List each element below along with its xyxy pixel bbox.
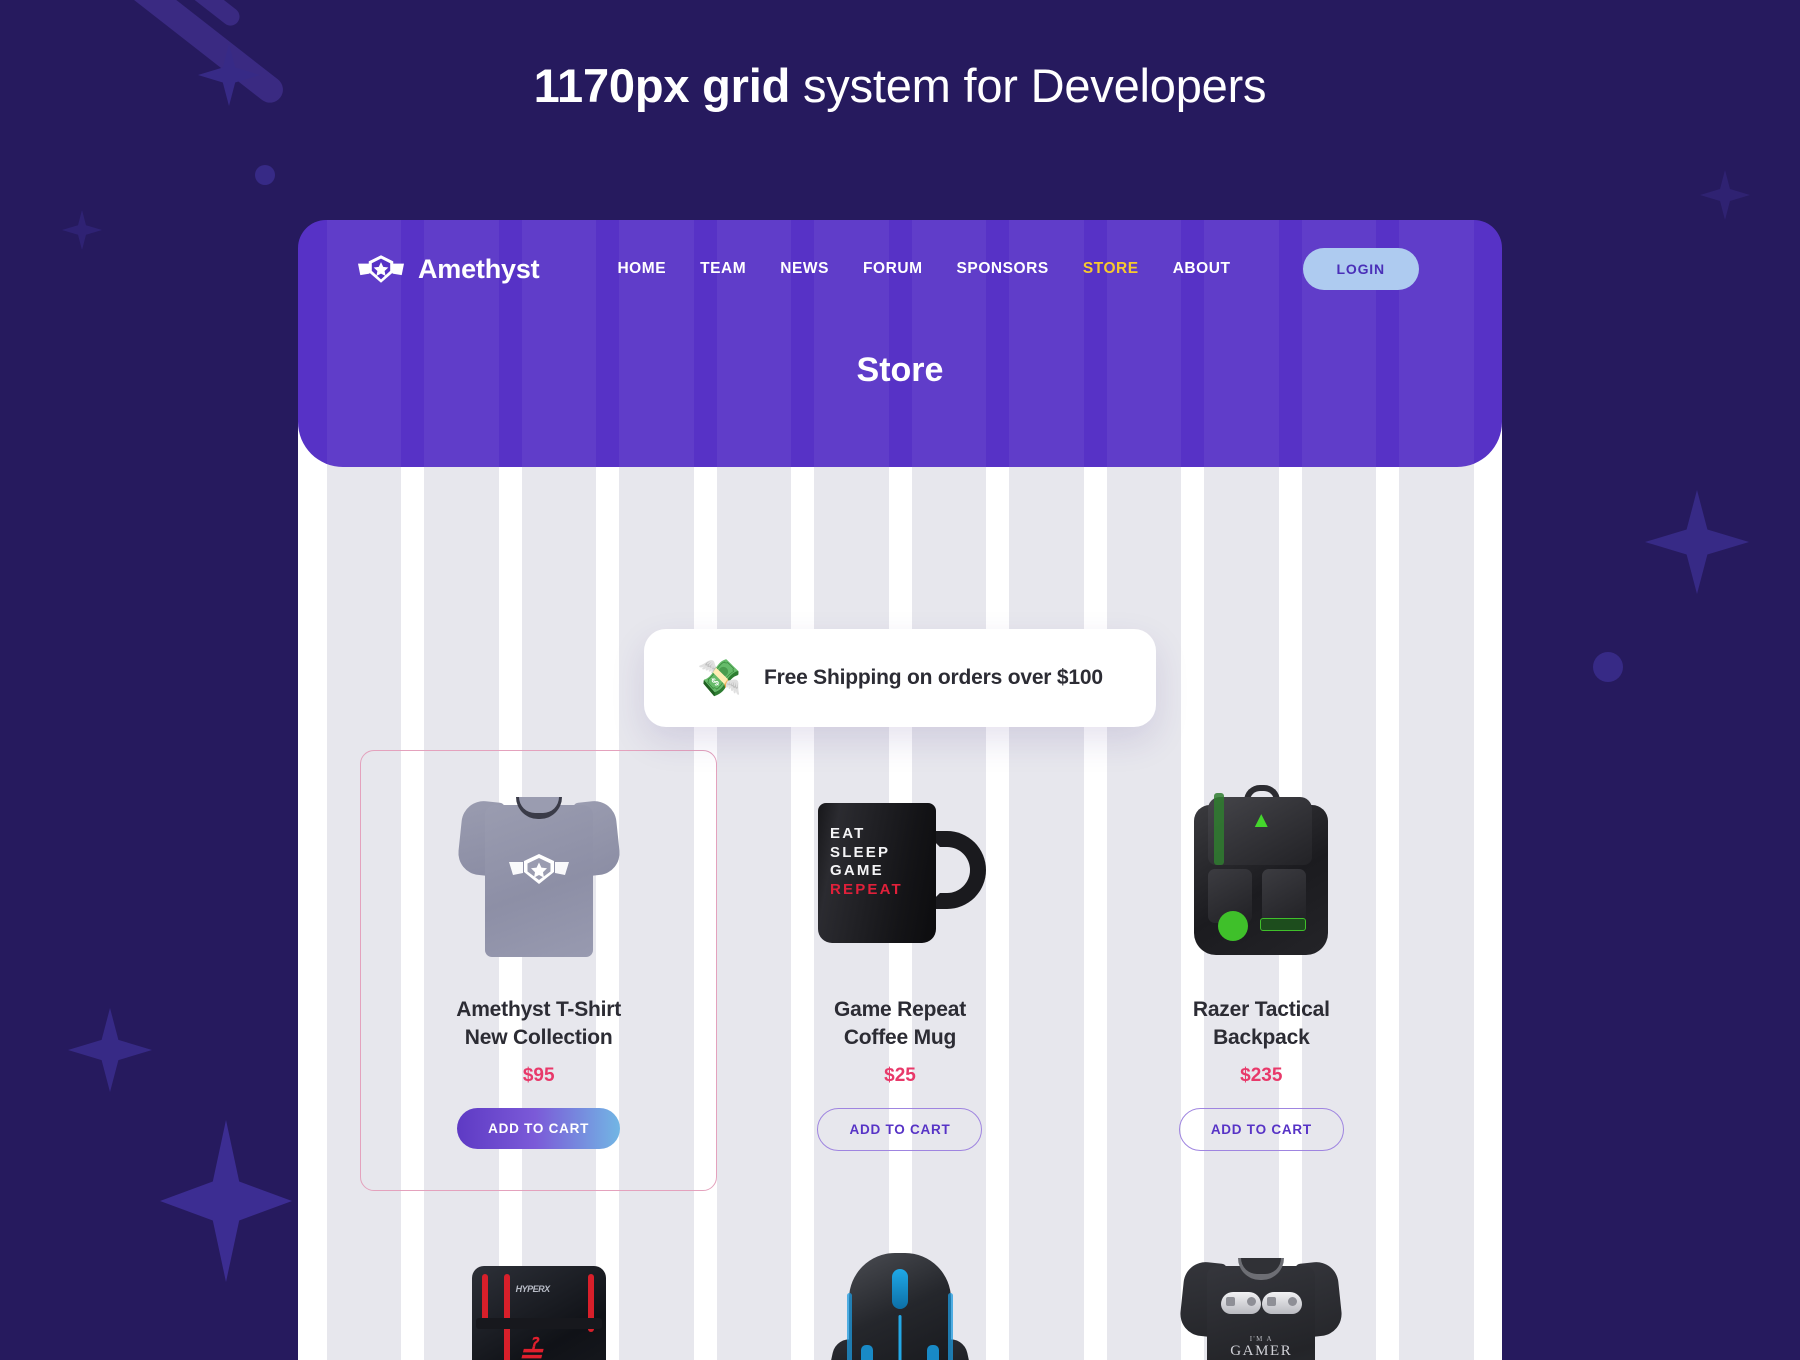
product-image: EAT SLEEP GAME REPEAT (800, 778, 1000, 968)
add-to-cart-button[interactable]: ADD TO CART (817, 1108, 983, 1152)
nav-item-team[interactable]: TEAM (700, 260, 746, 278)
add-to-cart-button[interactable]: ADD TO CART (457, 1108, 621, 1150)
razer-logo-icon: ▲ (1250, 807, 1273, 832)
nav-item-forum[interactable]: FORUM (863, 260, 923, 278)
free-shipping-banner: 💸 Free Shipping on orders over $100 (644, 629, 1156, 727)
winged-shield-star-icon (358, 255, 404, 283)
nav-item-store[interactable]: STORE (1083, 260, 1139, 278)
gamepad-icon (1261, 1292, 1302, 1315)
mug-text: EAT SLEEP GAME REPEAT (830, 825, 903, 899)
product-image: I'M A GAMER (1161, 1239, 1361, 1360)
site-mockup: Amethyst T-Shirt New Collection $95 ADD … (298, 220, 1502, 1360)
product-image: ▲ (1161, 778, 1361, 968)
shirt-line-1: I'M A (1249, 1335, 1273, 1344)
nav-links: HOME TEAM NEWS FORUM SPONSORS STORE ABOU… (617, 248, 1419, 290)
site-header: Amethyst HOME TEAM NEWS FORUM SPONSORS S… (298, 220, 1502, 467)
product-price: $235 (1240, 1065, 1283, 1087)
brand-logo[interactable]: Amethyst (358, 253, 540, 285)
product-image (439, 778, 639, 968)
mug-line: SLEEP (829, 843, 891, 861)
nav-item-news[interactable]: NEWS (780, 260, 829, 278)
product-card[interactable]: ▲ Razer Tactical Backpack $235 ADD TO CA… (1081, 750, 1442, 1185)
product-name: Amethyst T-Shirt New Collection (456, 998, 622, 1049)
add-to-cart-button[interactable]: ADD TO CART (1178, 1108, 1344, 1152)
login-button[interactable]: LOGIN (1302, 248, 1419, 290)
navigation-bar: Amethyst HOME TEAM NEWS FORUM SPONSORS S… (298, 220, 1502, 318)
page-title-rest: system for Developers (790, 59, 1267, 112)
razer-backpack-icon: ▲ (1182, 783, 1340, 963)
coffee-mug-icon: EAT SLEEP GAME REPEAT (814, 803, 986, 943)
content-panel: Amethyst T-Shirt New Collection $95 ADD … (298, 420, 1502, 1360)
amethyst-shield-logo-icon (508, 854, 569, 884)
hyperx-logo-icon: ≟ (517, 1337, 543, 1360)
dot-icon (1593, 652, 1623, 682)
product-card[interactable]: I'M A GAMER I’m a Gamer T-Shirt (1081, 1185, 1442, 1360)
product-image: HYPERX ≟ (439, 1239, 639, 1360)
brand-name: Amethyst (418, 253, 540, 284)
dot-icon (255, 165, 275, 185)
nav-item-sponsors[interactable]: SPONSORS (957, 260, 1049, 278)
product-card[interactable]: HYPERX ≟ HyperX Scout Gamer Bag (358, 1185, 719, 1360)
nav-item-home[interactable]: HOME (617, 260, 666, 278)
money-with-wings-icon: 💸 (697, 657, 742, 698)
gaming-mouse-icon: Puscard (822, 1247, 978, 1360)
product-name: Game Repeat Coffee Mug (833, 998, 966, 1049)
gamer-print: I'M A GAMER (1182, 1292, 1340, 1360)
page-title: 1170px grid system for Developers (0, 58, 1800, 113)
sparkle-star-icon (1645, 490, 1749, 594)
mug-line: GAME (829, 862, 884, 880)
product-card[interactable]: Amethyst T-Shirt New Collection $95 ADD … (358, 750, 719, 1192)
free-shipping-text: Free Shipping on orders over $100 (763, 666, 1103, 689)
store-page-title: Store (856, 351, 944, 389)
product-grid: Amethyst T-Shirt New Collection $95 ADD … (298, 750, 1502, 1360)
product-price: $25 (884, 1065, 916, 1087)
sparkle-star-icon (62, 210, 102, 250)
nav-item-about[interactable]: ABOUT (1173, 260, 1231, 278)
sparkle-star-icon (1700, 170, 1750, 220)
page-root: 1170px grid system for Developers Amethy… (0, 0, 1800, 1360)
gamer-tshirt-icon: I'M A GAMER (1178, 1248, 1345, 1360)
gamepad-icon (1221, 1292, 1262, 1315)
sparkle-star-icon (68, 1008, 152, 1092)
shirt-line-2: GAMER (1230, 1343, 1293, 1360)
mug-line-red: REPEAT (829, 880, 903, 898)
product-image: Puscard (800, 1239, 1000, 1360)
product-price: $95 (522, 1065, 555, 1087)
product-card[interactable]: Puscard Puscard 2500 DPI Gaming Mouse (719, 1185, 1080, 1360)
sparkle-star-icon (160, 1120, 292, 1282)
hyperx-backpack-icon: HYPERX ≟ (460, 1244, 618, 1360)
product-name: Razer Tactical Backpack (1192, 998, 1330, 1049)
grey-tshirt-icon (455, 787, 622, 959)
page-title-bold: 1170px grid (533, 59, 791, 112)
comet-streak-small-icon (0, 0, 244, 30)
mug-line: EAT (829, 825, 866, 842)
product-card[interactable]: EAT SLEEP GAME REPEAT Game Repeat Coffee… (719, 750, 1080, 1185)
hyperx-wordmark: HYPERX (515, 1284, 551, 1295)
